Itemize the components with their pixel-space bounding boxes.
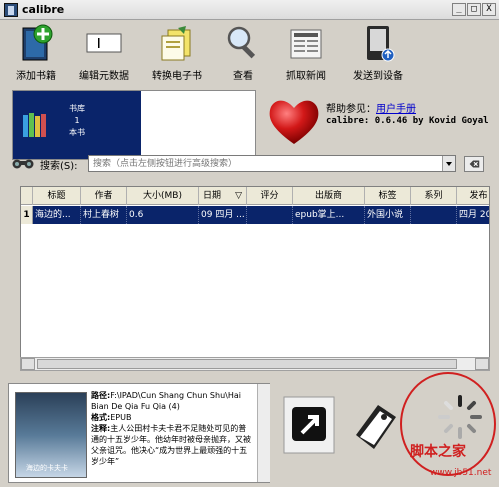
row-number-header [21,187,33,205]
search-input[interactable] [88,155,456,172]
format-label: 格式: [91,413,111,422]
send-to-device-button[interactable]: 发送到设备 [346,24,410,82]
add-book-icon [22,24,53,61]
cell-date: 09 四月 ... [199,206,247,224]
date-header-label: 日期 [203,191,222,201]
newspaper-icon [290,29,322,59]
book-list-table: 标题 作者 大小(MB) 日期 ▽ 评分 出版商 标签 系列 发布 海边的...… [20,186,490,371]
add-books-label: 添加书籍 [16,71,56,82]
view-label: 查看 [233,71,253,82]
books-icon [23,113,46,137]
convert-icon [161,26,191,61]
library-item[interactable]: 书库 1 本书 [13,91,141,159]
convert-books-button[interactable]: 转换电子书 [146,24,208,82]
book-details-panel: 海边的卡夫卡 路径:F:\IPAD\Cun Shang Chun Shu\Hai… [8,383,270,483]
book-details-text: 路径:F:\IPAD\Cun Shang Chun Shu\Hai Bian D… [91,390,251,467]
title-bar: calibre _ □ X [0,0,499,20]
cell-published: 四月 201 [457,206,489,224]
donate-heart-icon[interactable] [266,94,322,150]
library-panel: 书库 1 本书 [12,90,256,160]
window-title: calibre [22,3,65,16]
format-value[interactable]: EPUB [110,413,131,422]
column-header-date[interactable]: 日期 ▽ [199,187,247,205]
scroll-thumb[interactable] [37,359,457,369]
magnifier-icon [227,26,256,59]
library-title: 书库 [69,104,85,113]
cell-rating [247,206,293,224]
edit-metadata-button[interactable]: 编辑元数据 [76,24,132,82]
format-line: 格式:EPUB [91,412,251,423]
row-number: 1 [21,206,33,224]
ereader-device-icon [367,26,395,62]
convert-books-label: 转换电子书 [152,71,202,82]
close-button[interactable]: X [482,3,496,16]
column-header-publisher[interactable]: 出版商 [293,187,365,205]
scroll-right-button[interactable] [475,358,489,370]
scroll-left-button[interactable] [21,358,35,370]
comment-value: 主人公田村卡夫卡君不足随处可见的普通的十五岁少年。他幼年时被母亲抛弃，又被父亲诅… [91,424,251,466]
watermark-text: 脚本之家 [410,444,466,460]
cell-size: 0.6 [127,206,199,224]
minimize-button[interactable]: _ [452,3,466,16]
view-button[interactable]: 查看 [222,24,264,82]
open-containing-folder-icon[interactable] [282,395,336,455]
user-manual-link[interactable]: 用户手册 [376,104,416,115]
search-label: 搜索(S): [40,161,78,172]
clear-search-icon[interactable] [464,156,484,172]
edit-metadata-label: 编辑元数据 [79,71,129,82]
path-label: 路径: [91,391,111,400]
library-unit: 本书 [69,128,85,137]
metadata-edit-icon [86,33,122,53]
tags-icon[interactable] [346,395,400,455]
binoculars-icon[interactable] [12,157,34,169]
column-header-rating[interactable]: 评分 [247,187,293,205]
book-cover-image[interactable]: 海边的卡夫卡 [15,392,87,478]
fetch-news-button[interactable]: 抓取新闻 [276,24,336,82]
cover-title: 海边的卡夫卡 [26,464,68,472]
cell-author: 村上春树 [81,206,127,224]
table-horizontal-scrollbar[interactable] [20,357,490,371]
table-header: 标题 作者 大小(MB) 日期 ▽ 评分 出版商 标签 系列 发布 [21,187,489,205]
search-bar: 搜索(S): [0,154,499,174]
maximize-button[interactable]: □ [467,3,481,16]
search-history-dropdown[interactable] [442,156,455,171]
cell-publisher: epub掌上... [293,206,365,224]
fetch-news-label: 抓取新闻 [286,71,326,82]
watermark-url: www.jb51.net [430,468,492,478]
help-line: 帮助参见：用户手册 [326,100,416,115]
library-info: 书库 1 本书 [57,103,97,139]
calibre-app-icon [4,3,18,17]
column-header-series[interactable]: 系列 [411,187,457,205]
column-header-author[interactable]: 作者 [81,187,127,205]
details-vertical-scrollbar[interactable] [257,384,270,482]
send-to-device-label: 发送到设备 [353,71,403,82]
column-header-title[interactable]: 标题 [33,187,81,205]
column-header-published[interactable]: 发布 [457,187,489,205]
version-text: calibre: 0.6.46 by Kovid Goyal [326,116,489,126]
table-row[interactable]: 海边的... 村上春树 0.6 09 四月 ... epub掌上... 外国小说… [21,206,489,224]
sort-descending-icon: ▽ [235,191,242,201]
main-toolbar: 添加书籍 编辑元数据 转换电子书 查看 抓取新闻 发送到设备 [0,20,499,82]
column-header-size[interactable]: 大小(MB) [127,187,199,205]
cell-series [411,206,457,224]
help-label: 帮助参见： [326,104,376,115]
library-count: 1 [74,116,80,125]
add-books-button[interactable]: 添加书籍 [8,24,64,82]
cell-title: 海边的... [33,206,81,224]
comment-label: 注释: [91,424,111,433]
column-header-tags[interactable]: 标签 [365,187,411,205]
path-line: 路径:F:\IPAD\Cun Shang Chun Shu\Hai Bian D… [91,390,251,412]
cell-tags: 外国小说 [365,206,411,224]
path-value[interactable]: F:\IPAD\Cun Shang Chun Shu\Hai Bian De Q… [91,391,241,411]
comment-line: 注释:主人公田村卡夫卡君不足随处可见的普通的十五岁少年。他幼年时被母亲抛弃，又被… [91,423,251,467]
